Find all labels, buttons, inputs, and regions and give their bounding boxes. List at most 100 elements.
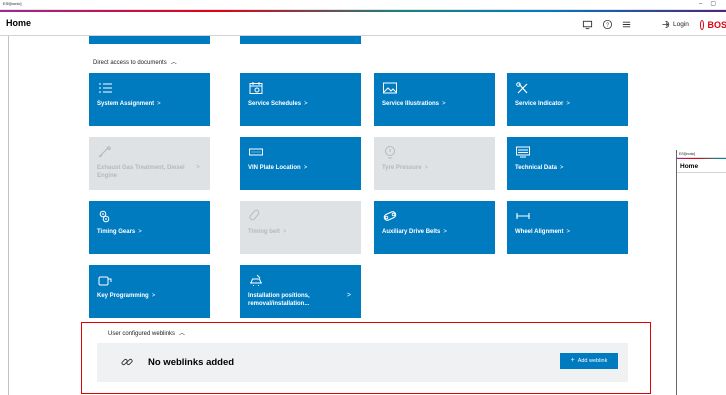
vin-plate-icon <box>248 145 264 159</box>
tile-label-text: Service Indicator <box>515 101 564 107</box>
tile-label: Technical Data > <box>515 164 619 172</box>
chevron-right-icon: > <box>566 101 570 107</box>
window-controls[interactable]: –▢ <box>699 0 724 7</box>
tile-label: Service Illustrations > <box>382 100 486 108</box>
tile-auxiliary-drive-belts[interactable]: Auxiliary Drive Belts > <box>374 201 495 254</box>
app-window: ESI[tronic] –▢ Home ? Login BOSCH Direct… <box>0 0 726 395</box>
chevron-right-icon: > <box>443 229 447 235</box>
login-link[interactable]: Login <box>673 19 689 30</box>
documents-section-header[interactable]: Direct access to documents ︿ <box>93 57 177 66</box>
image-icon <box>382 81 398 95</box>
drive-belt-icon <box>382 209 398 223</box>
calendar-gear-icon <box>248 81 264 95</box>
tile-label: Auxiliary Drive Belts > <box>382 228 486 236</box>
tile-label: Exhaust Gas Treatment, Diesel Engine <box>97 164 201 180</box>
screen-icon[interactable] <box>582 19 593 30</box>
tile-timing-gears[interactable]: Timing Gears > <box>89 201 210 254</box>
menu-icon[interactable] <box>621 19 632 30</box>
tile-label: Key Programming > <box>97 292 201 300</box>
chevron-right-icon: > <box>346 292 351 299</box>
chevron-up-icon[interactable]: ︿ <box>171 57 177 66</box>
empty-weblinks-message: No weblinks added <box>148 357 235 368</box>
tile-label-text: Auxiliary Drive Belts <box>382 229 441 235</box>
tyre-pressure-icon <box>382 145 398 159</box>
tile-label-text: Timing Gears <box>97 229 136 235</box>
tile-exhaust-gas-treatment-diesel-engine: Exhaust Gas Treatment, Diesel Engine > <box>89 137 210 190</box>
chevron-right-icon: > <box>138 229 142 235</box>
tile-label: Timing belt > <box>248 228 352 236</box>
link-icon <box>120 355 134 369</box>
tile-service-illustrations[interactable]: Service Illustrations > <box>374 73 495 126</box>
tile-vin-plate-location[interactable]: VIN Plate Location > <box>240 137 361 190</box>
tile-wheel-alignment[interactable]: Wheel Alignment > <box>507 201 628 254</box>
tile-label-text: Service Illustrations <box>382 101 440 107</box>
car-install-icon <box>248 273 264 287</box>
tile-label-text: Service Schedules <box>248 101 302 107</box>
tile-label-text: Technical Data <box>515 165 557 171</box>
tile-partial[interactable] <box>89 36 210 44</box>
chevron-right-icon: > <box>442 101 446 107</box>
tile-label: VIN Plate Location > <box>248 164 352 172</box>
tile-service-schedules[interactable]: Service Schedules > <box>240 73 361 126</box>
tile-partial[interactable] <box>240 36 361 44</box>
tile-label-text: VIN Plate Location <box>248 165 301 171</box>
tile-label-text: Tyre Pressure <box>382 165 422 171</box>
tile-label: System Assignment > <box>97 100 201 108</box>
help-icon[interactable]: ? <box>602 19 613 30</box>
secondary-page-title: Home <box>677 159 726 173</box>
bosch-wordmark: BOSCH <box>707 19 726 30</box>
chevron-right-icon: > <box>303 165 308 171</box>
tile-label-text: Key Programming <box>97 293 149 299</box>
tile-label: Service Indicator > <box>515 100 619 108</box>
tile-label-text: System Assignment <box>97 101 155 107</box>
tile-tyre-pressure: Tyre Pressure > <box>374 137 495 190</box>
tile-label-text: Timing belt <box>248 229 280 235</box>
maximize-button[interactable]: ▢ <box>710 1 724 7</box>
tile-label: Timing Gears > <box>97 228 201 236</box>
add-weblink-button[interactable]: + Add weblink <box>560 353 618 369</box>
chevron-right-icon: > <box>424 165 429 171</box>
exhaust-icon <box>97 145 113 159</box>
tile-label: Tyre Pressure > <box>382 164 486 172</box>
documents-section-label: Direct access to documents <box>93 60 167 66</box>
tile-service-indicator[interactable]: Service Indicator > <box>507 73 628 126</box>
list-icon <box>97 81 113 95</box>
tile-label-text: Installation positions, removal/installa… <box>248 293 310 307</box>
content-divider <box>8 36 9 395</box>
tile-system-assignment[interactable]: System Assignment > <box>89 73 210 126</box>
tile-key-programming[interactable]: Key Programming > <box>89 265 210 318</box>
chevron-right-icon: > <box>559 165 564 171</box>
window-app-title: ESI[tronic] <box>3 1 22 6</box>
tile-technical-data[interactable]: Technical Data > <box>507 137 628 190</box>
brand-supergraphic <box>0 10 726 12</box>
wrench-screwdriver-icon <box>515 81 531 95</box>
secondary-window-titlebar: ESI[tronic] <box>677 150 726 158</box>
wheel-alignment-icon <box>515 209 531 223</box>
tile-label: Installation positions, removal/installa… <box>248 292 352 308</box>
tile-timing-belt: Timing belt > <box>240 201 361 254</box>
chevron-right-icon: > <box>151 293 156 299</box>
chevron-right-icon: > <box>195 164 200 171</box>
login-icon[interactable] <box>661 19 672 33</box>
tile-label-text: Wheel Alignment <box>515 229 564 235</box>
chevron-right-icon: > <box>566 229 570 235</box>
chevron-right-icon: > <box>157 101 161 107</box>
belt-icon <box>248 209 264 223</box>
tile-label: Service Schedules > <box>248 100 352 108</box>
svg-text:?: ? <box>606 23 609 29</box>
tile-label: Wheel Alignment > <box>515 228 619 236</box>
page-title: Home <box>6 18 32 28</box>
tech-data-icon <box>515 145 531 159</box>
chevron-right-icon: > <box>282 229 287 235</box>
plus-icon: + <box>570 357 575 364</box>
tile-label-text: Exhaust Gas Treatment, Diesel Engine <box>97 165 185 179</box>
bosch-logo: BOSCH <box>700 18 726 31</box>
window-titlebar: ESI[tronic] –▢ <box>0 0 726 10</box>
secondary-window[interactable]: ESI[tronic] Home <box>676 150 726 395</box>
minimize-button[interactable]: – <box>699 1 710 7</box>
bosch-armature-icon <box>700 19 705 30</box>
gears-icon <box>97 209 113 223</box>
tile-installation-positions-removal-installation[interactable]: Installation positions, removal/installa… <box>240 265 361 318</box>
add-weblink-label: Add weblink <box>577 358 608 364</box>
app-header: Home ? Login BOSCH <box>0 13 726 36</box>
